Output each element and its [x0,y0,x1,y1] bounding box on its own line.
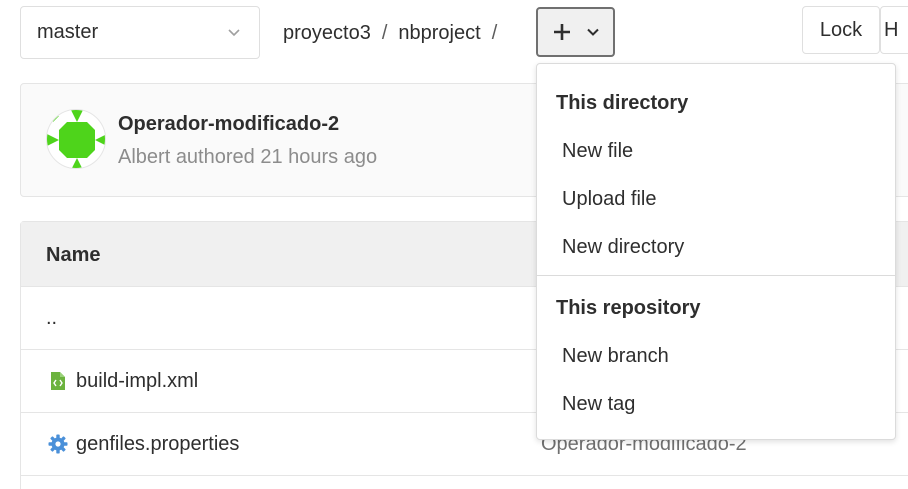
menu-item-new-tag[interactable]: New tag [562,393,635,416]
add-dropdown-button[interactable] [536,7,615,57]
breadcrumb-project-link[interactable]: proyecto3 [283,22,371,45]
breadcrumb-separator: / [381,21,388,44]
commit-meta-text: authored 21 hours ago [175,146,378,168]
commit-meta: Albert authored 21 hours ago [118,146,377,169]
branch-select-value: master [37,21,99,43]
breadcrumb-separator: / [491,21,498,44]
parent-directory-link[interactable]: .. [46,307,57,330]
commit-title-link[interactable]: Operador-modificado-2 [118,113,339,136]
column-header-name: Name [46,244,101,266]
menu-item-new-branch[interactable]: New branch [562,345,669,368]
breadcrumb: proyecto3 / nbproject / [283,18,508,48]
commit-author-link[interactable]: Albert [118,146,170,168]
menu-item-upload-file[interactable]: Upload file [562,188,657,211]
plus-icon [553,24,570,40]
identicon-image [47,110,105,168]
avatar[interactable] [46,109,106,169]
dropdown-divider [537,275,895,276]
file-name-link[interactable]: genfiles.properties [76,433,239,456]
add-dropdown-menu: This directory New file Upload file New … [536,63,896,440]
lock-button[interactable]: Lock [802,6,880,54]
menu-item-new-file[interactable]: New file [562,140,633,163]
xml-file-icon [51,372,65,390]
file-name-link[interactable]: build-impl.xml [76,370,198,393]
chevron-down-icon [228,29,240,37]
menu-item-new-directory[interactable]: New directory [562,236,684,259]
dropdown-section-header: This repository [556,297,701,319]
dropdown-section-header: This directory [556,92,689,114]
history-button[interactable]: H [880,6,908,54]
chevron-down-icon [586,28,599,36]
breadcrumb-folder-link[interactable]: nbproject [398,22,480,45]
gear-icon [48,434,68,454]
branch-select[interactable]: master [20,6,260,59]
